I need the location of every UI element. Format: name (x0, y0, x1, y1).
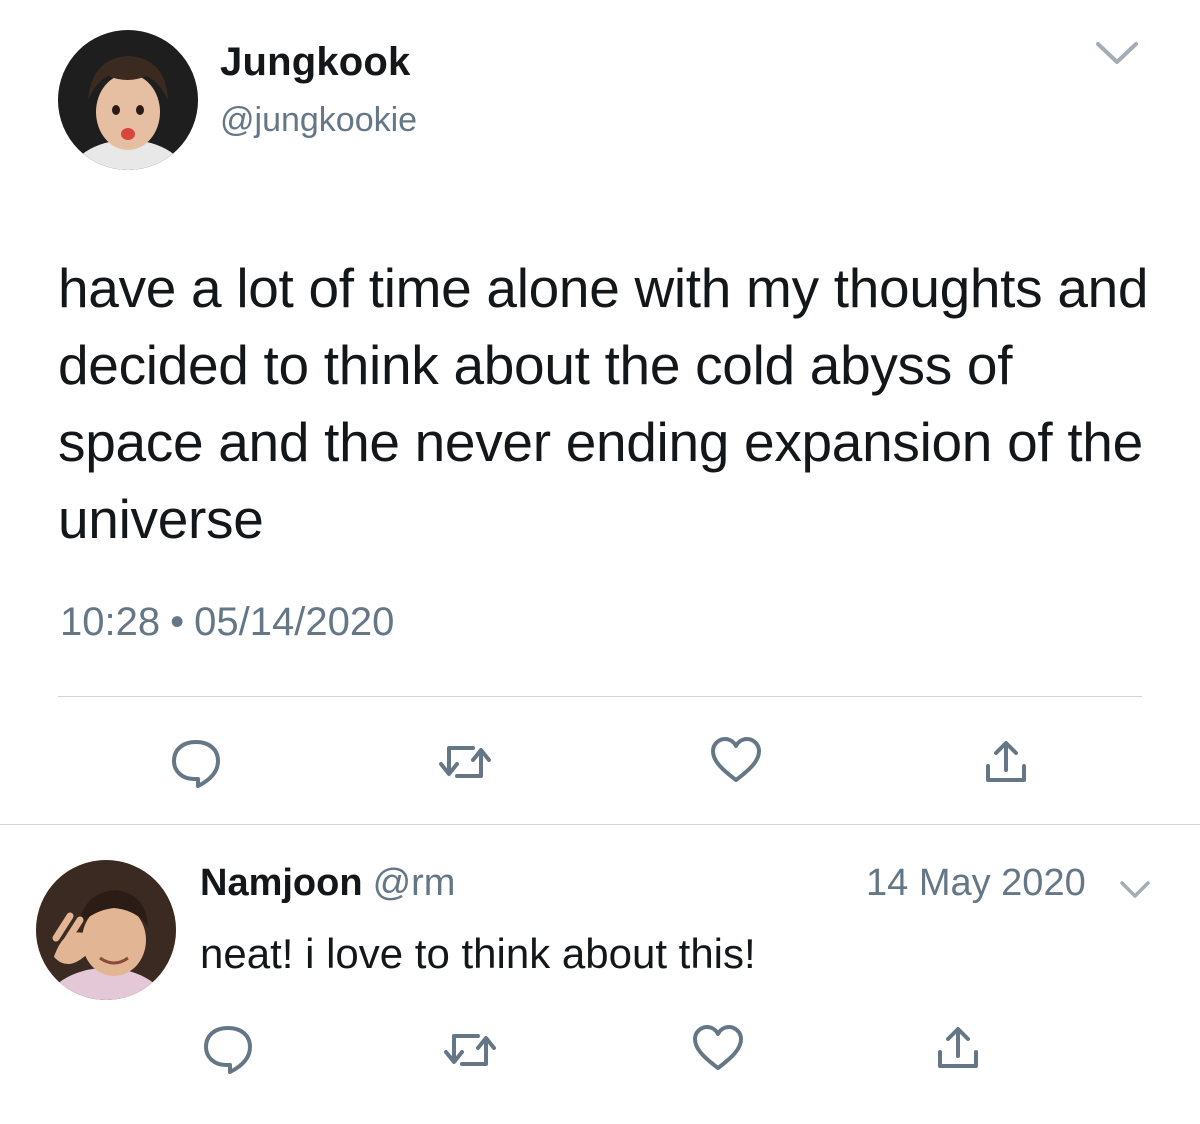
tweet-text: have a lot of time alone with my thought… (58, 257, 1149, 550)
reply-text: neat! i love to think about this! (200, 930, 756, 977)
tweet-time: 10:28 (60, 600, 161, 644)
reply-like-button[interactable] (690, 1022, 746, 1074)
tweet-date: 05/14/2020 (194, 600, 395, 644)
reply-date[interactable]: 14 May 2020 (866, 862, 1086, 905)
reply-share-button[interactable] (934, 1024, 982, 1072)
author-name[interactable]: Jungkook (220, 40, 411, 85)
reply-icon (172, 740, 220, 788)
like-button[interactable] (708, 734, 764, 786)
retweet-button[interactable] (437, 738, 493, 786)
separator-dot: • (170, 600, 185, 644)
author-avatar[interactable] (58, 30, 198, 170)
share-icon (986, 741, 1026, 782)
chevron-down-icon (1096, 42, 1138, 64)
share-button[interactable] (982, 738, 1030, 786)
share-icon (938, 1027, 978, 1068)
more-options-button[interactable] (1092, 34, 1142, 70)
chevron-down-icon (1120, 881, 1150, 898)
reply-reply-button[interactable] (200, 1020, 256, 1076)
avatar-image (58, 30, 198, 170)
reply-author-handle: @rm (372, 862, 456, 904)
retweet-icon (439, 746, 491, 778)
avatar-image (36, 860, 176, 1000)
reply-more-options-button[interactable] (1117, 876, 1153, 902)
reply-button[interactable] (168, 734, 224, 790)
reply-retweet-button[interactable] (442, 1026, 498, 1074)
author-handle[interactable]: @jungkookie (220, 101, 417, 140)
reply-author[interactable]: Namjoon @rm (200, 862, 455, 905)
heart-icon (711, 737, 761, 782)
reply-icon (204, 1026, 252, 1074)
reply-author-avatar[interactable] (36, 860, 176, 1000)
divider (58, 696, 1142, 697)
divider (0, 824, 1200, 825)
heart-icon (693, 1025, 743, 1070)
tweet-timestamp[interactable]: 10:28 • 05/14/2020 (60, 600, 394, 645)
retweet-icon (444, 1034, 496, 1066)
reply-author-name: Namjoon (200, 862, 363, 904)
